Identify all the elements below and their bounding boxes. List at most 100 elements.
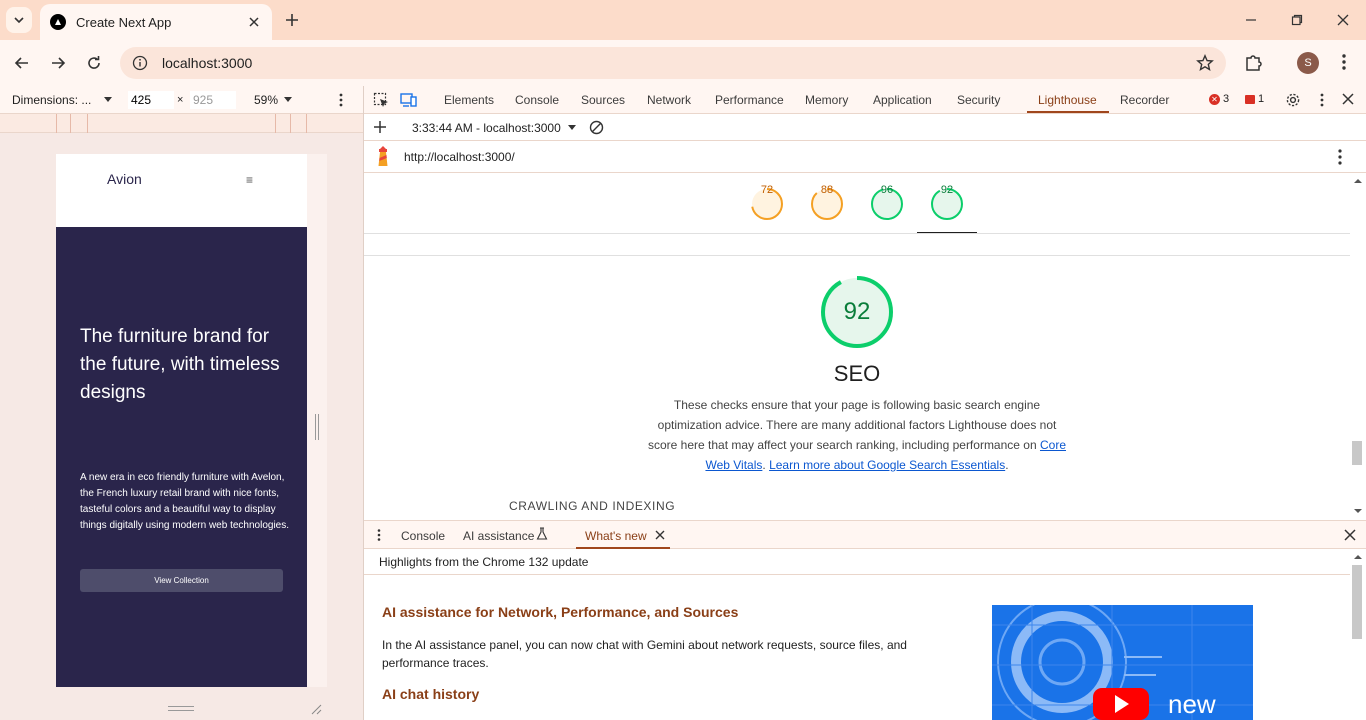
close-window-button[interactable] bbox=[1320, 0, 1366, 40]
reload-button[interactable] bbox=[82, 51, 106, 75]
brand-logo[interactable]: Avion bbox=[107, 171, 142, 187]
tab-lighthouse[interactable]: Lighthouse bbox=[1038, 93, 1097, 107]
resize-corner-icon[interactable] bbox=[310, 703, 322, 718]
feature-heading-chat-history[interactable]: AI chat history bbox=[382, 686, 479, 702]
resize-handle-right[interactable] bbox=[315, 414, 319, 440]
description-text: These checks ensure that your page is fo… bbox=[647, 398, 1057, 452]
settings-gear-icon[interactable] bbox=[1285, 92, 1301, 111]
inspect-element-icon[interactable] bbox=[373, 92, 389, 111]
score-seo: 92 bbox=[940, 184, 954, 196]
new-report-plus-icon[interactable] bbox=[373, 120, 387, 137]
error-counter[interactable]: ✕ 3 bbox=[1209, 93, 1229, 105]
category-description: These checks ensure that your page is fo… bbox=[647, 395, 1067, 475]
tab-performance[interactable]: Performance bbox=[715, 93, 784, 107]
devtools-close-icon[interactable] bbox=[1341, 92, 1355, 109]
site-info-icon[interactable] bbox=[132, 55, 148, 71]
close-whats-new-icon[interactable] bbox=[655, 529, 665, 543]
description-end: . bbox=[1005, 458, 1009, 472]
report-url[interactable]: http://localhost:3000/ bbox=[404, 150, 515, 164]
device-height-input[interactable] bbox=[190, 91, 236, 109]
tab-search-button[interactable] bbox=[6, 7, 32, 33]
hamburger-menu-icon[interactable]: ≡ bbox=[246, 173, 253, 187]
experiment-flask-icon bbox=[536, 527, 548, 544]
video-overlay-text: new bbox=[1168, 689, 1216, 719]
browser-menu-kebab-icon[interactable] bbox=[1334, 51, 1354, 76]
device-more-kebab-icon[interactable] bbox=[335, 92, 347, 111]
tab-application[interactable]: Application bbox=[873, 93, 932, 107]
drawer-scroll-thumb[interactable] bbox=[1352, 565, 1362, 639]
drawer-tab-console[interactable]: Console bbox=[401, 529, 445, 543]
tab-console[interactable]: Console bbox=[515, 93, 559, 107]
error-icon: ✕ bbox=[1209, 93, 1220, 105]
search-essentials-link[interactable]: Learn more about Google Search Essential… bbox=[769, 458, 1005, 472]
hero-section: The furniture brand for the future, with… bbox=[56, 227, 307, 687]
minimize-icon bbox=[1246, 19, 1256, 21]
drawer-tab-whats-new[interactable]: What's new bbox=[585, 529, 647, 543]
whats-new-separator bbox=[364, 574, 1350, 575]
drawer-menu-kebab-icon[interactable] bbox=[374, 528, 384, 545]
tab-memory[interactable]: Memory bbox=[805, 93, 848, 107]
scroll-down-icon[interactable] bbox=[1350, 506, 1366, 516]
whats-new-video-thumbnail[interactable]: new bbox=[992, 605, 1253, 720]
error-count: 3 bbox=[1223, 93, 1230, 105]
scroll-up-icon[interactable] bbox=[1350, 552, 1366, 562]
score-best-practices: 96 bbox=[880, 184, 894, 196]
minimize-button[interactable] bbox=[1228, 0, 1274, 40]
extensions-puzzle-icon[interactable] bbox=[1243, 51, 1265, 76]
arrow-right-icon bbox=[52, 57, 66, 69]
forward-button[interactable] bbox=[46, 51, 70, 75]
dropdown-caret-icon bbox=[567, 125, 576, 130]
media-query-ruler[interactable] bbox=[0, 114, 363, 133]
restore-icon bbox=[1291, 14, 1303, 26]
view-collection-button[interactable]: View Collection bbox=[80, 569, 283, 592]
dimensions-select[interactable]: Dimensions: ... bbox=[12, 93, 112, 107]
section-heading-crawling: CRAWLING AND INDEXING bbox=[509, 499, 676, 513]
bookmark-star-icon[interactable] bbox=[1196, 54, 1214, 75]
browser-tab[interactable]: Create Next App bbox=[40, 4, 272, 40]
tab-recorder[interactable]: Recorder bbox=[1120, 93, 1169, 107]
url-text: localhost:3000 bbox=[162, 55, 253, 71]
scroll-up-icon[interactable] bbox=[1350, 176, 1366, 186]
whats-new-header: Highlights from the Chrome 132 update bbox=[379, 555, 589, 569]
address-bar[interactable]: localhost:3000 bbox=[120, 47, 1226, 79]
back-button[interactable] bbox=[10, 51, 34, 75]
feature-heading-ai-assistance[interactable]: AI assistance for Network, Performance, … bbox=[382, 604, 738, 620]
issue-count: 1 bbox=[1258, 93, 1265, 105]
zoom-select[interactable]: 59% bbox=[254, 93, 293, 107]
report-scrollbar[interactable] bbox=[1350, 173, 1366, 519]
tab-close-icon[interactable] bbox=[246, 14, 262, 30]
device-width-input[interactable] bbox=[128, 91, 174, 109]
issue-counter[interactable]: 1 bbox=[1245, 93, 1264, 105]
new-tab-button[interactable] bbox=[281, 9, 303, 31]
report-select[interactable]: 3:33:44 AM - localhost:3000 bbox=[412, 121, 576, 135]
resize-handle-bottom[interactable] bbox=[168, 706, 194, 711]
device-toolbar: Dimensions: ... × 59% bbox=[0, 86, 363, 114]
tab-sources[interactable]: Sources bbox=[581, 93, 625, 107]
devtools-more-kebab-icon[interactable] bbox=[1316, 92, 1328, 111]
clear-reports-icon[interactable] bbox=[589, 120, 604, 138]
dropdown-caret-icon bbox=[284, 97, 293, 102]
restore-button[interactable] bbox=[1274, 0, 1320, 40]
tab-security[interactable]: Security bbox=[957, 93, 1000, 107]
report-scroll-thumb[interactable] bbox=[1352, 441, 1362, 465]
report-time: 3:33:44 AM - localhost:3000 bbox=[412, 121, 561, 135]
close-icon bbox=[1337, 14, 1349, 26]
browser-toolbar: localhost:3000 S bbox=[0, 40, 1366, 86]
close-drawer-icon[interactable] bbox=[1344, 529, 1356, 544]
plus-icon bbox=[286, 14, 298, 26]
profile-avatar[interactable]: S bbox=[1297, 52, 1319, 74]
emulated-page: Avion ≡ The furniture brand for the futu… bbox=[56, 154, 307, 687]
page-header: Avion ≡ bbox=[56, 154, 307, 227]
feature-description: In the AI assistance panel, you can now … bbox=[382, 638, 907, 670]
hero-text: A new era in eco friendly furniture with… bbox=[80, 472, 290, 531]
tab-network[interactable]: Network bbox=[647, 93, 691, 107]
device-toggle-icon[interactable] bbox=[400, 92, 418, 111]
seo-main-score: 92 bbox=[843, 298, 871, 325]
hero-title: The furniture brand for the future, with… bbox=[80, 326, 280, 403]
lighthouse-report-header: http://localhost:3000/ bbox=[364, 141, 1366, 173]
tab-elements[interactable]: Elements bbox=[444, 93, 494, 107]
lighthouse-report: 72 88 96 92 92 SEO These checks ensure t… bbox=[364, 173, 1350, 519]
drawer-tab-ai-assistance[interactable]: AI assistance bbox=[463, 529, 534, 543]
report-tools-kebab-icon[interactable] bbox=[1334, 148, 1346, 169]
arrow-left-icon bbox=[14, 57, 28, 69]
